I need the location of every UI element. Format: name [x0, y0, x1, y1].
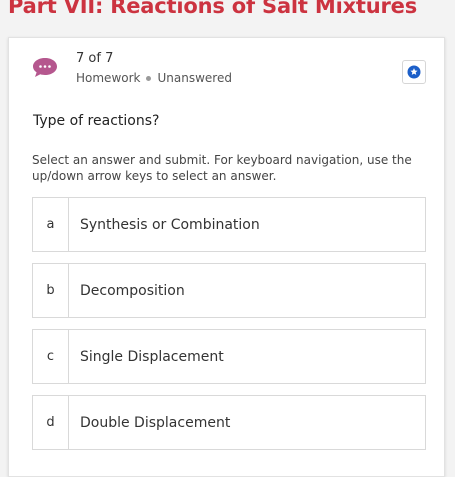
option-letter: a: [33, 198, 69, 251]
answer-option-d[interactable]: d Double Displacement: [32, 395, 426, 450]
question-meta: Homework Unanswered: [76, 71, 232, 85]
option-label: Decomposition: [80, 282, 185, 299]
separator-dot: [146, 75, 152, 81]
star-badge-icon: [407, 65, 421, 79]
question-position: 7 of 7: [76, 51, 114, 66]
option-label: Double Displacement: [80, 414, 231, 431]
flag-question-button[interactable]: [402, 60, 426, 84]
chat-bubble-icon: [33, 58, 57, 77]
answer-instructions: Select an answer and submit. For keyboar…: [32, 153, 412, 183]
option-letter: b: [33, 264, 69, 317]
answer-option-b[interactable]: b Decomposition: [32, 263, 426, 318]
option-label: Synthesis or Combination: [80, 216, 260, 233]
page-title: Part VII: Reactions of Salt Mixtures: [8, 0, 417, 18]
question-category: Homework: [76, 71, 141, 85]
question-card: 7 of 7 Homework Unanswered Type of react…: [8, 37, 445, 477]
answer-option-a[interactable]: a Synthesis or Combination: [32, 197, 426, 252]
option-letter: c: [33, 330, 69, 383]
option-letter: d: [33, 396, 69, 449]
option-label: Single Displacement: [80, 348, 224, 365]
question-prompt: Type of reactions?: [33, 113, 160, 129]
question-status: Unanswered: [157, 71, 232, 85]
answer-option-c[interactable]: c Single Displacement: [32, 329, 426, 384]
